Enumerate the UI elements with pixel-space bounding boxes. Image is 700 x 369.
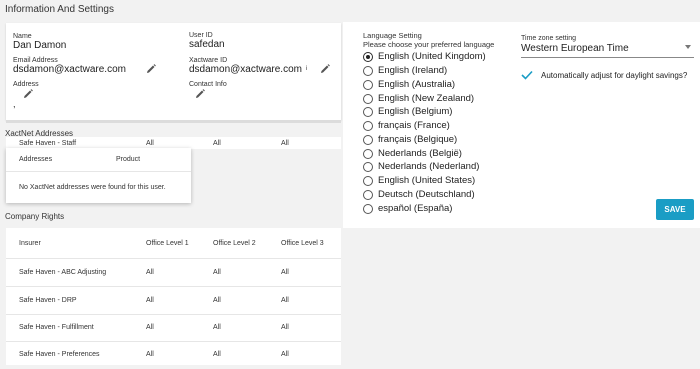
timezone-select[interactable]: Western European Time <box>521 40 694 58</box>
edit-xactware-id-pencil-icon[interactable] <box>319 63 331 75</box>
save-button[interactable]: SAVE <box>656 199 694 220</box>
product-column-header: Product <box>116 156 141 163</box>
office-level1-cell: All <box>146 351 154 358</box>
radio-icon[interactable] <box>363 189 373 200</box>
language-option-en-be[interactable]: English (Belgium) <box>363 105 452 118</box>
page-title: Information And Settings <box>5 4 114 15</box>
language-option-en-au[interactable]: English (Australia) <box>363 78 455 91</box>
xactnet-row-insurer: Safe Haven - Staff <box>19 140 77 147</box>
radio-icon[interactable] <box>363 65 373 76</box>
daylight-savings-check-icon[interactable] <box>521 70 533 80</box>
edit-email-pencil-icon[interactable] <box>145 63 157 75</box>
language-option-de-de[interactable]: Deutsch (Deutschland) <box>363 188 475 201</box>
radio-icon[interactable] <box>363 175 373 186</box>
language-option-label: français (France) <box>378 120 450 131</box>
language-option-label: français (Belgique) <box>378 134 458 145</box>
radio-icon[interactable] <box>363 120 373 131</box>
radio-icon[interactable] <box>363 148 373 159</box>
office-level1-cell: All <box>146 324 154 331</box>
language-option-en-gb[interactable]: English (United Kingdom) <box>363 50 486 63</box>
table-row[interactable]: Safe Haven - ABC Adjusting All All All <box>6 259 341 287</box>
edit-contact-info-pencil-icon[interactable] <box>194 88 206 100</box>
language-setting-subtitle: Please choose your preferred language <box>363 40 495 49</box>
insurer-cell: Safe Haven - Fulfillment <box>19 324 94 331</box>
language-option-label: Nederlands (Nederland) <box>378 161 480 172</box>
language-option-fr-be[interactable]: français (Belgique) <box>363 133 457 146</box>
popup-header-divider <box>6 171 191 172</box>
insurer-column-header: Insurer <box>19 240 41 247</box>
xactnet-addresses-popup: Addresses Product No XactNet addresses w… <box>6 148 191 203</box>
language-option-label: Deutsch (Deutschland) <box>378 189 475 200</box>
language-option-label: English (United Kingdom) <box>378 51 486 62</box>
radio-icon[interactable] <box>363 161 373 172</box>
language-option-label: English (Ireland) <box>378 65 448 76</box>
language-option-label: English (Belgium) <box>378 106 453 117</box>
language-option-label: español (España) <box>378 203 453 214</box>
language-option-fr-fr[interactable]: français (France) <box>363 119 450 132</box>
info-marker: i <box>306 66 308 72</box>
no-addresses-message: No XactNet addresses were found for this… <box>19 184 166 191</box>
name-value: Dan Damon <box>13 40 67 51</box>
xactnet-row-level1: All <box>146 140 154 147</box>
office-level1-cell: All <box>146 269 154 276</box>
office-level2-column-header: Office Level 2 <box>213 240 256 247</box>
xactnet-row-level2: All <box>213 140 221 147</box>
office-level3-cell: All <box>281 324 289 331</box>
email-label: Email Address <box>13 57 58 64</box>
language-option-label: English (United States) <box>378 175 476 186</box>
language-option-label: English (New Zealand) <box>378 93 475 104</box>
language-option-nl-be[interactable]: Nederlands (België) <box>363 147 462 160</box>
user-info-divider <box>6 120 341 123</box>
office-level2-cell: All <box>213 324 221 331</box>
user-id-label: User ID <box>189 32 213 39</box>
address-label: Address <box>13 81 39 88</box>
chevron-down-icon <box>685 45 691 49</box>
radio-icon[interactable] <box>363 203 373 214</box>
office-level2-cell: All <box>213 269 221 276</box>
radio-icon[interactable] <box>363 106 373 117</box>
addresses-column-header: Addresses <box>19 156 53 163</box>
radio-icon[interactable] <box>363 93 373 104</box>
office-level1-column-header: Office Level 1 <box>146 240 189 247</box>
xactware-id-label: Xactware ID <box>189 57 228 64</box>
language-option-nl-nl[interactable]: Nederlands (Nederland) <box>363 160 479 173</box>
edit-address-pencil-icon[interactable] <box>22 88 34 100</box>
office-level2-cell: All <box>213 297 221 304</box>
daylight-savings-label: Automatically adjust for daylight saving… <box>541 71 688 80</box>
radio-selected-icon[interactable] <box>363 51 373 62</box>
insurer-cell: Safe Haven - Preferences <box>19 351 100 358</box>
contact-info-label: Contact Info <box>189 81 227 88</box>
language-option-es-es[interactable]: español (España) <box>363 202 452 215</box>
email-value: dsdamon@xactware.com <box>13 64 126 75</box>
table-row[interactable]: Safe Haven - Fulfillment All All All <box>6 314 341 342</box>
office-level3-column-header: Office Level 3 <box>281 240 324 247</box>
office-level3-cell: All <box>281 297 289 304</box>
radio-icon[interactable] <box>363 79 373 90</box>
language-option-label: English (Australia) <box>378 79 456 90</box>
office-level3-cell: All <box>281 269 289 276</box>
timezone-value: Western European Time <box>521 43 629 54</box>
office-level3-cell: All <box>281 351 289 358</box>
language-setting-title: Language Setting <box>363 31 422 40</box>
language-option-label: Nederlands (België) <box>378 148 462 159</box>
xactnet-row-level3: All <box>281 140 289 147</box>
language-option-en-us[interactable]: English (United States) <box>363 174 475 187</box>
office-level2-cell: All <box>213 351 221 358</box>
language-option-en-ie[interactable]: English (Ireland) <box>363 64 447 77</box>
table-row[interactable]: Safe Haven - DRP All All All <box>6 287 341 315</box>
name-label: Name <box>13 33 32 40</box>
user-id-value: safedan <box>189 39 225 50</box>
xactware-id-value: dsdamon@xactware.com <box>189 64 302 75</box>
company-rights-title: Company Rights <box>5 212 65 221</box>
office-level1-cell: All <box>146 297 154 304</box>
radio-icon[interactable] <box>363 134 373 145</box>
language-option-en-nz[interactable]: English (New Zealand) <box>363 92 474 105</box>
insurer-cell: Safe Haven - ABC Adjusting <box>19 269 107 276</box>
address-value: , <box>13 99 16 109</box>
insurer-cell: Safe Haven - DRP <box>19 297 77 304</box>
